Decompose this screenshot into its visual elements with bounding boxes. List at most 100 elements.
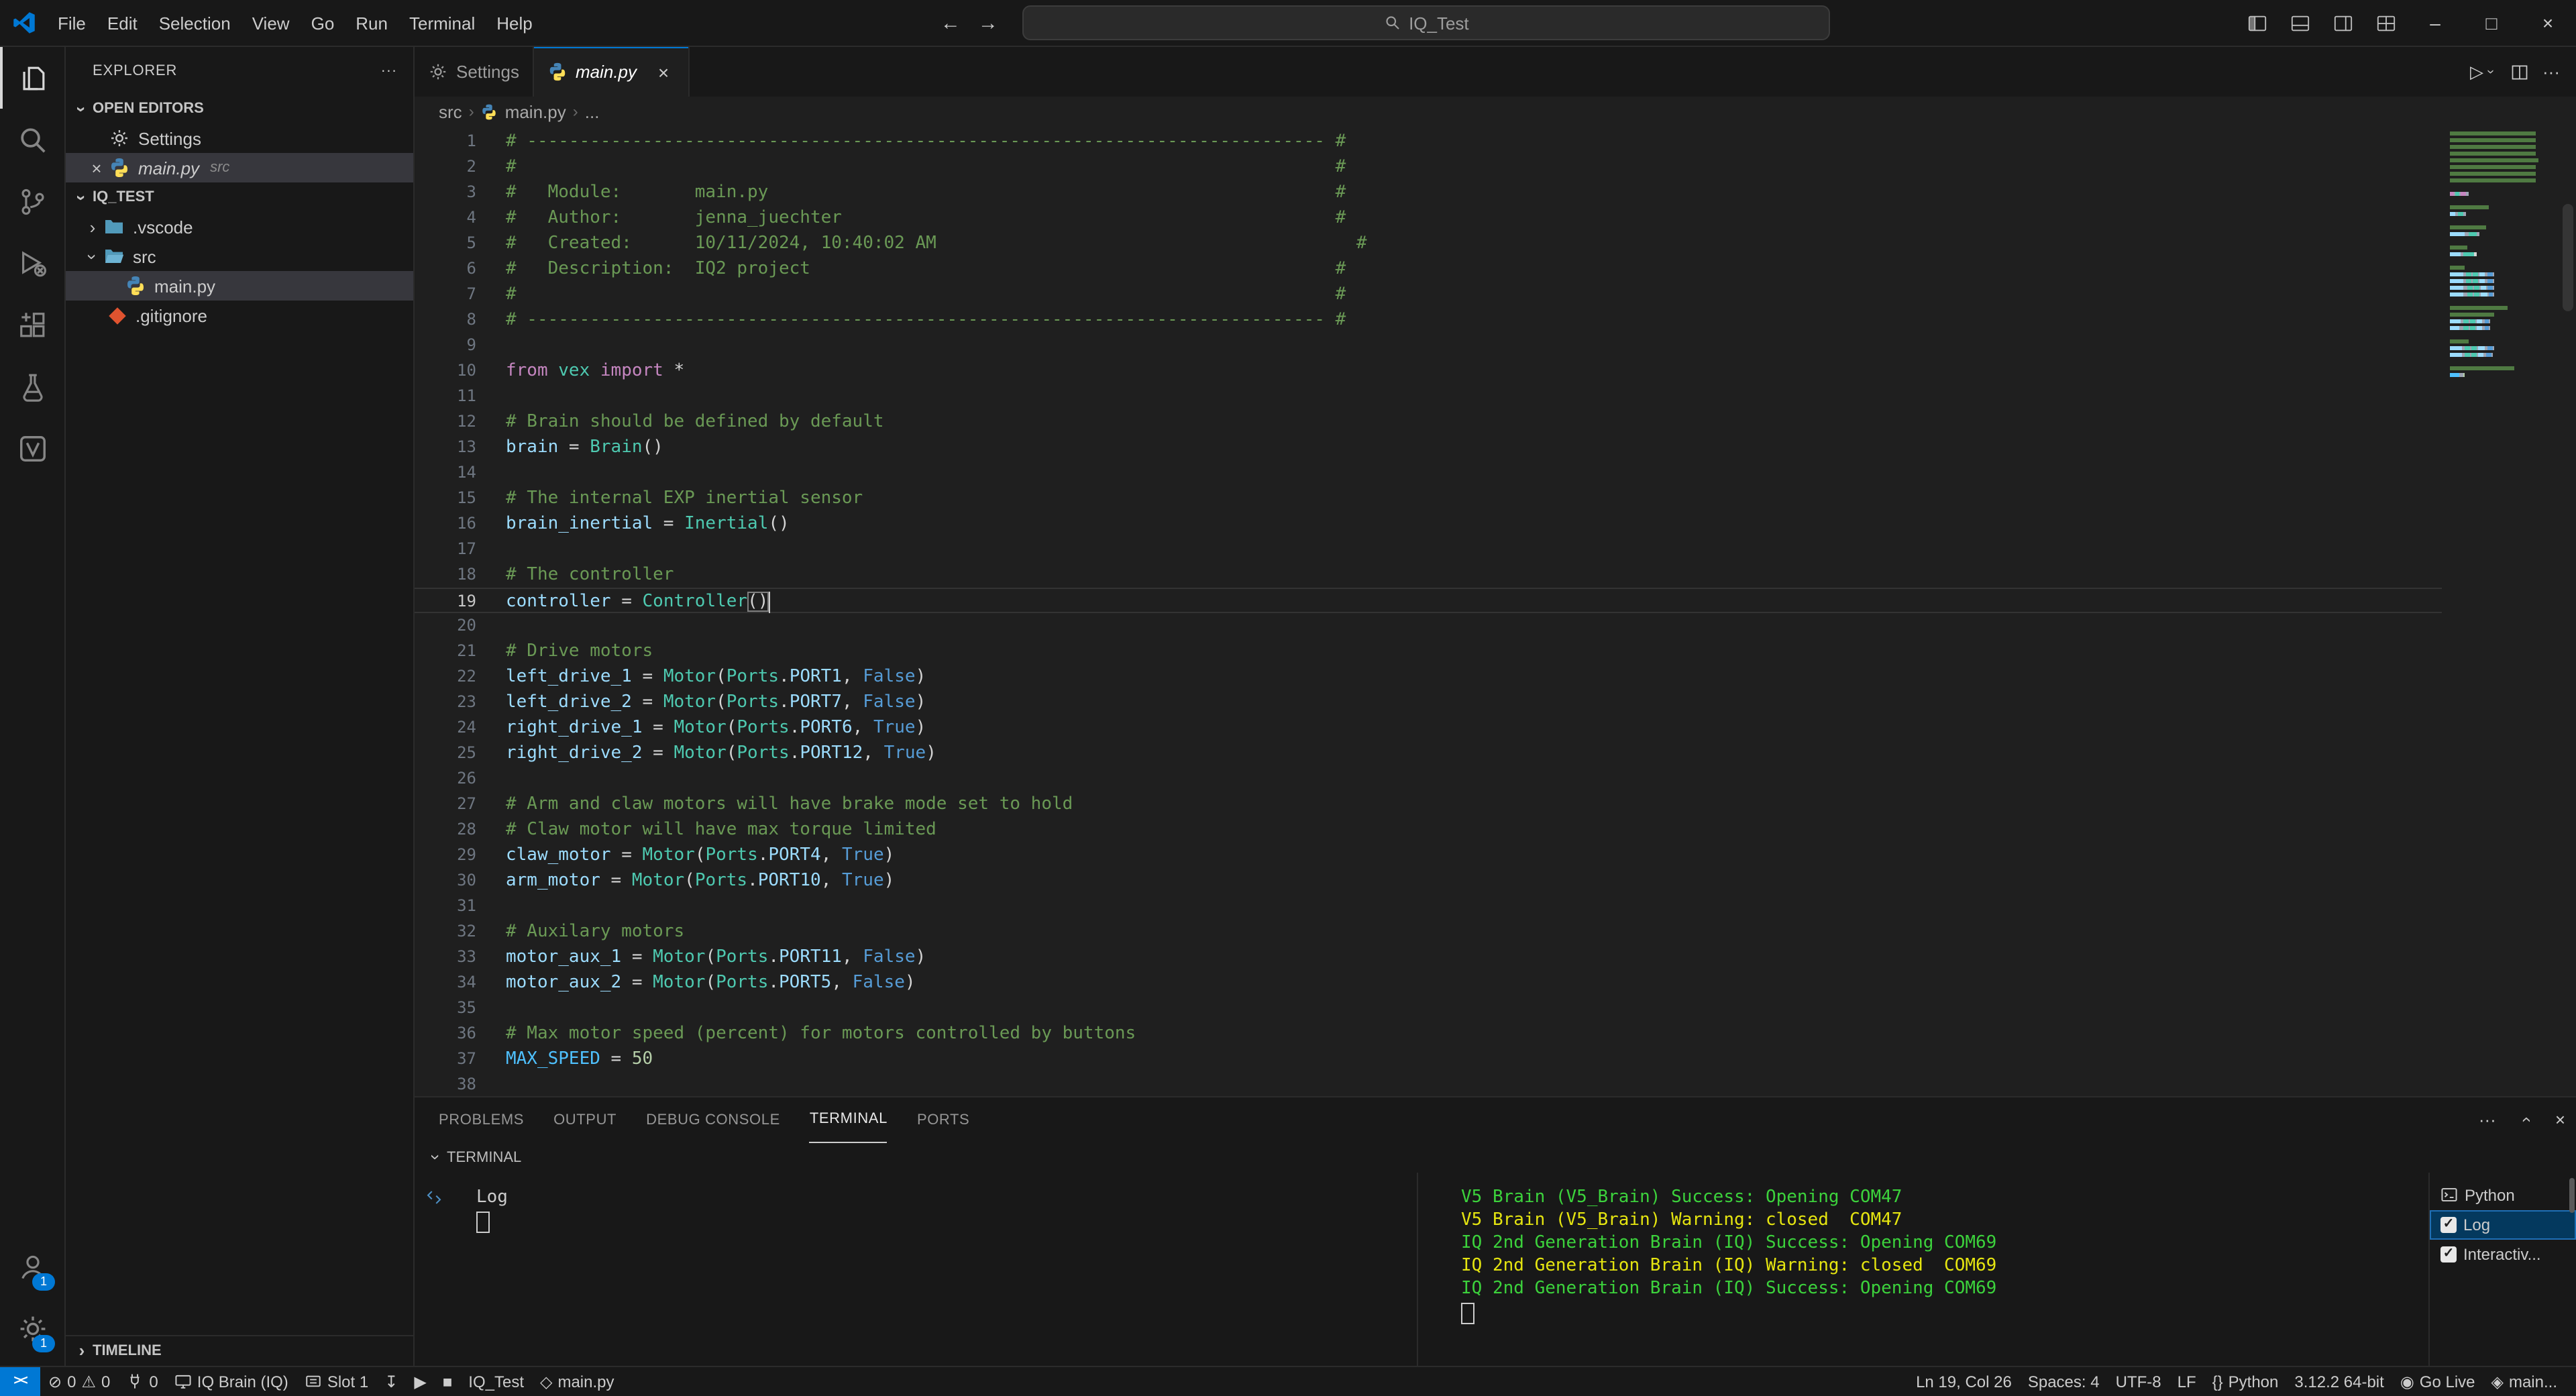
language-mode-status[interactable]: {}Python <box>2204 1366 2287 1396</box>
code-line[interactable]: 3# Module: main.py # <box>415 180 2442 205</box>
minimap[interactable] <box>2450 131 2557 386</box>
code-editor[interactable]: 1# -------------------------------------… <box>415 126 2576 1095</box>
terminal-pane-divider[interactable] <box>1417 1172 1418 1365</box>
code-line[interactable]: 28# Claw motor will have max torque limi… <box>415 817 2442 843</box>
breadcrumb[interactable]: src › main.py › ... <box>415 97 2576 126</box>
code-area[interactable]: 1# -------------------------------------… <box>415 129 2442 1095</box>
panel-tab-output[interactable]: OUTPUT <box>553 1097 616 1142</box>
code-line[interactable]: 12# Brain should be defined by default <box>415 409 2442 435</box>
vex-main-indicator[interactable]: ◈main... <box>2483 1366 2566 1396</box>
code-line[interactable]: 11 <box>415 384 2442 409</box>
explorer-icon[interactable] <box>0 47 64 109</box>
explorer-actions-icon[interactable]: ··· <box>381 62 397 78</box>
close-tab-icon[interactable]: × <box>653 61 674 83</box>
code-line[interactable]: 21# Drive motors <box>415 639 2442 664</box>
code-line[interactable]: 10from vex import * <box>415 358 2442 384</box>
code-line[interactable]: 4# Author: jenna_juechter # <box>415 205 2442 231</box>
menu-edit[interactable]: Edit <box>97 7 148 38</box>
close-panel-icon[interactable]: × <box>2555 1110 2565 1130</box>
code-line[interactable]: 34motor_aux_2 = Motor(Ports.PORT5, False… <box>415 970 2442 996</box>
vex-run-button[interactable]: ▶ <box>406 1366 434 1396</box>
code-line[interactable]: 22left_drive_1 = Motor(Ports.PORT1, Fals… <box>415 664 2442 690</box>
close-button[interactable]: × <box>2520 0 2576 46</box>
code-line[interactable]: 7# # <box>415 282 2442 307</box>
workspace-root[interactable]: ›IQ_TEST <box>66 182 413 212</box>
vex-project-name[interactable]: IQ_Test <box>460 1366 532 1396</box>
code-line[interactable]: 1# -------------------------------------… <box>415 129 2442 154</box>
panel-tab-ports[interactable]: PORTS <box>917 1097 969 1142</box>
tree-item-gitignore[interactable]: .gitignore <box>66 301 413 330</box>
cursor-position-status[interactable]: Ln 19, Col 26 <box>1908 1366 2020 1396</box>
code-line[interactable]: 27# Arm and claw motors will have brake … <box>415 792 2442 817</box>
toggle-sidebar-icon[interactable] <box>2235 0 2278 46</box>
vex-extension-icon[interactable] <box>0 417 64 479</box>
usb-device-count[interactable]: 0 <box>118 1366 166 1396</box>
vex-slot-status[interactable]: Slot 1 <box>297 1366 376 1396</box>
go-live-status[interactable]: ◉Go Live <box>2392 1366 2483 1396</box>
maximize-button[interactable]: □ <box>2463 0 2520 46</box>
python-interpreter-status[interactable]: 3.12.2 64-bit <box>2286 1366 2392 1396</box>
open-editor-settings[interactable]: Settings <box>66 123 413 153</box>
code-line[interactable]: 6# Description: IQ2 project # <box>415 256 2442 282</box>
code-line[interactable]: 5# Created: 10/11/2024, 10:40:02 AM # <box>415 231 2442 256</box>
run-dropdown-icon[interactable]: › <box>2483 65 2498 78</box>
panel-more-actions-icon[interactable]: ··· <box>2479 1110 2496 1130</box>
terminal-instance-interactive[interactable]: ✓ Interactiv... <box>2430 1239 2576 1269</box>
editor-more-actions-icon[interactable]: ··· <box>2542 62 2560 82</box>
settings-gear-icon[interactable]: 1 <box>0 1298 64 1360</box>
encoding-status[interactable]: UTF-8 <box>2108 1366 2169 1396</box>
code-line[interactable]: 17 <box>415 537 2442 562</box>
vex-program-file[interactable]: ◇main.py <box>532 1366 623 1396</box>
menu-help[interactable]: Help <box>486 7 543 38</box>
code-line[interactable]: 25right_drive_2 = Motor(Ports.PORT12, Tr… <box>415 741 2442 766</box>
tab-main-py[interactable]: main.py × <box>534 47 689 97</box>
vex-stop-button[interactable]: ■ <box>435 1366 461 1396</box>
code-line[interactable]: 18# The controller <box>415 562 2442 588</box>
code-line[interactable]: 32# Auxilary motors <box>415 919 2442 945</box>
code-line[interactable]: 35 <box>415 996 2442 1021</box>
code-line[interactable]: 33motor_aux_1 = Motor(Ports.PORT11, Fals… <box>415 945 2442 970</box>
search-sidebar-icon[interactable] <box>0 109 64 170</box>
code-line[interactable]: 29claw_motor = Motor(Ports.PORT4, True) <box>415 843 2442 868</box>
code-line[interactable]: 38 <box>415 1072 2442 1095</box>
vex-device-status[interactable]: IQ Brain (IQ) <box>166 1366 297 1396</box>
customize-layout-icon[interactable] <box>2364 0 2407 46</box>
tree-item-vscode-folder[interactable]: › .vscode <box>66 212 413 241</box>
code-line[interactable]: 9 <box>415 333 2442 358</box>
maximize-panel-icon[interactable]: › <box>2516 1109 2536 1130</box>
menu-selection[interactable]: Selection <box>148 7 241 38</box>
code-line[interactable]: 15# The internal EXP inertial sensor <box>415 486 2442 511</box>
timeline-section[interactable]: ›TIMELINE <box>66 1334 413 1365</box>
run-python-file-button[interactable]: ▷› <box>2470 61 2497 83</box>
testing-icon[interactable] <box>0 356 64 417</box>
source-control-icon[interactable] <box>0 170 64 232</box>
menu-view[interactable]: View <box>241 7 301 38</box>
menu-terminal[interactable]: Terminal <box>398 7 486 38</box>
tree-item-main-py[interactable]: main.py <box>66 271 413 301</box>
code-line[interactable]: 23left_drive_2 = Motor(Ports.PORT7, Fals… <box>415 690 2442 715</box>
menu-file[interactable]: File <box>47 7 97 38</box>
command-center-search[interactable]: IQ_Test <box>1023 5 1831 40</box>
run-and-debug-icon[interactable] <box>0 232 64 294</box>
minimize-button[interactable]: – <box>2407 0 2463 46</box>
code-line[interactable]: 26 <box>415 766 2442 792</box>
terminal-instance-log[interactable]: ✓ Log <box>2430 1210 2576 1239</box>
eol-status[interactable]: LF <box>2169 1366 2204 1396</box>
code-line[interactable]: 2# # <box>415 154 2442 180</box>
code-line[interactable]: 30arm_motor = Motor(Ports.PORT10, True) <box>415 868 2442 894</box>
menu-run[interactable]: Run <box>345 7 398 38</box>
account-icon[interactable]: 1 <box>0 1236 64 1298</box>
terminal-instance-python[interactable]: Python <box>2430 1180 2576 1210</box>
terminal-section-header[interactable]: ›TERMINAL <box>415 1142 2576 1172</box>
terminal-list-scrollbar[interactable] <box>2569 1177 2575 1212</box>
tab-settings[interactable]: Settings <box>415 47 534 97</box>
code-line[interactable]: 14 <box>415 460 2442 486</box>
code-line[interactable]: 37MAX_SPEED = 50 <box>415 1046 2442 1072</box>
editor-scrollbar[interactable] <box>2563 204 2573 311</box>
toggle-secondary-sidebar-icon[interactable] <box>2321 0 2364 46</box>
panel-tab-problems[interactable]: PROBLEMS <box>439 1097 524 1142</box>
back-arrow-icon[interactable]: ← <box>934 7 967 39</box>
code-line[interactable]: 24right_drive_1 = Motor(Ports.PORT6, Tru… <box>415 715 2442 741</box>
problems-status[interactable]: ⊘0 ⚠0 <box>40 1366 118 1396</box>
open-editors-section[interactable]: ›OPEN EDITORS <box>66 94 413 123</box>
